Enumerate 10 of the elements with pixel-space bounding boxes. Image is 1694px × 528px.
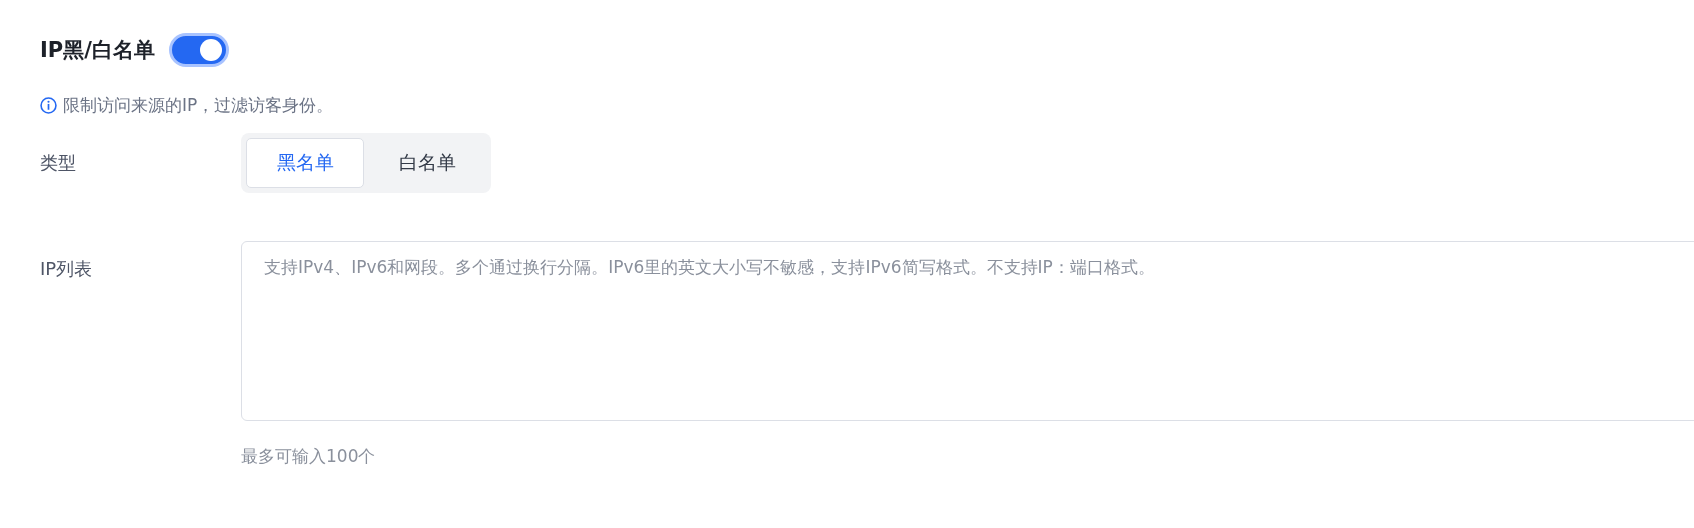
info-icon	[40, 97, 57, 114]
ip-list-field[interactable]: 支持IPv4、IPv6和网段。多个通过换行分隔。IPv6里的英文大小写不敏感，支持IPv6简写格式。不支持IP：端口格式。	[241, 241, 1694, 421]
segment-option[interactable]: 白名单	[368, 138, 486, 188]
helper-text: 最多可输入100个	[241, 445, 377, 468]
segment-option[interactable]: 黑名单	[246, 138, 364, 188]
field-label: IP列表	[40, 257, 94, 281]
section-title: IP黑/白名单	[40, 37, 155, 64]
hint-text: 限制访问来源的IP，过滤访客身份。	[63, 94, 334, 117]
field-label: 类型	[40, 151, 77, 175]
toggle-switch[interactable]	[168, 33, 229, 67]
